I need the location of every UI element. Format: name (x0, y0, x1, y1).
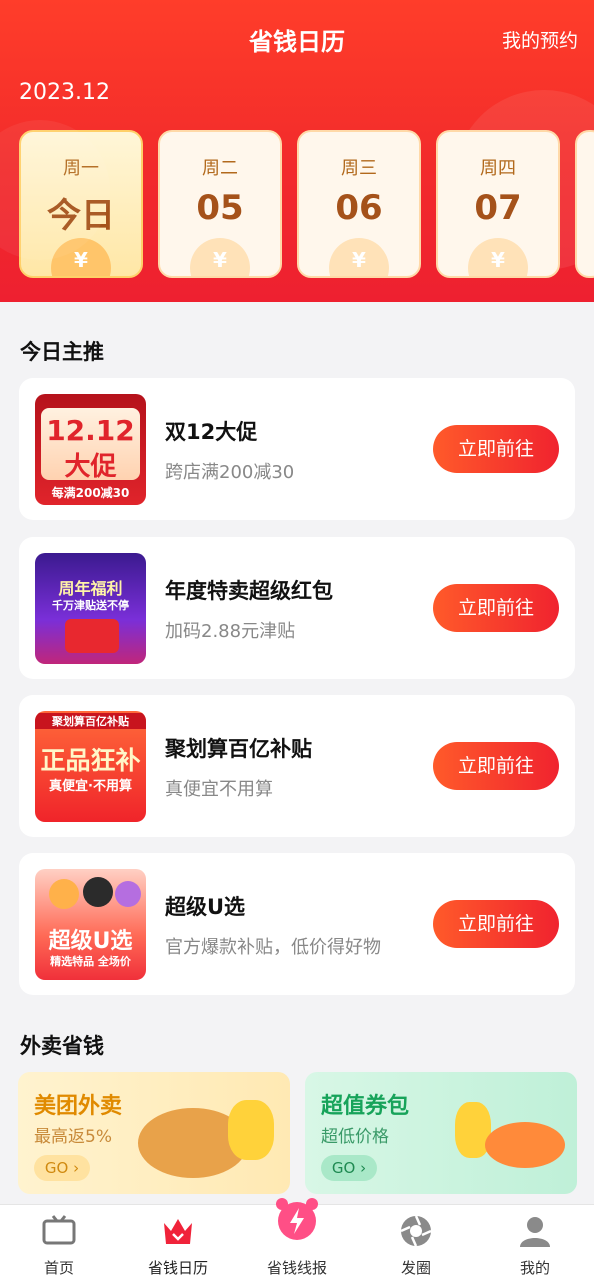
calendar-header: 省钱日历 我的预约 2023.12 周一 今日 ¥ 周二 05 ¥ 周三 06 … (0, 0, 594, 302)
promo-subtitle: 官方爆款补贴，低价得好物 (165, 937, 381, 958)
promo-title: 双12大促 (165, 420, 258, 444)
promo-thumbnail-uselect: 超级U选 精选特品 全场价 (35, 869, 146, 980)
day-weekday: 周一 (63, 158, 99, 179)
day-number: 07 (474, 188, 522, 228)
alarm-bolt-icon (276, 1198, 318, 1240)
section-title-takeaway: 外卖省钱 (20, 1034, 104, 1058)
thumb-foot-text: 聚划算百亿补贴 (35, 713, 146, 729)
thumb-sub-text: 大促 (64, 452, 117, 482)
day-card[interactable]: 周二 05 ¥ (158, 130, 282, 278)
meituan-card[interactable]: 美团外卖 最高返5% GO › (18, 1072, 290, 1194)
coin-icon: ¥ (329, 238, 389, 276)
mascot-icon (49, 879, 79, 909)
day-card-partial[interactable] (575, 130, 594, 278)
go-now-button[interactable]: 立即前往 (433, 900, 559, 948)
promo-card[interactable]: 超级U选 精选特品 全场价 超级U选 官方爆款补贴，低价得好物 立即前往 (19, 853, 575, 995)
promo-subtitle: 跨店满200减30 (165, 462, 295, 483)
tab-label: 省钱线报 (266, 1259, 327, 1277)
day-weekday: 周三 (341, 158, 377, 179)
thumb-foot-text: 每满200减30 (51, 486, 130, 500)
card-title: 超值券包 (321, 1094, 410, 1119)
card-subtitle: 最高返5% (34, 1127, 112, 1147)
mascot-icon (115, 881, 141, 907)
card-subtitle: 超低价格 (321, 1127, 389, 1147)
go-now-button[interactable]: 立即前往 (433, 584, 559, 632)
red-envelope-icon (65, 619, 119, 653)
day-weekday: 周二 (202, 158, 238, 179)
thumb-main-text: 12.12 (46, 414, 135, 447)
promo-subtitle: 真便宜不用算 (165, 779, 273, 800)
promo-card[interactable]: 周年福利 千万津贴送不停 年度特卖超级红包 加码2.88元津贴 立即前往 (19, 537, 575, 679)
tab-label: 我的 (519, 1259, 550, 1277)
promo-subtitle: 加码2.88元津贴 (165, 621, 296, 642)
day-number: 06 (335, 188, 383, 228)
kangaroo-mascot-icon (228, 1100, 274, 1160)
month-label: 2023.12 (19, 80, 110, 105)
promo-thumbnail-subsidy: 聚划算百亿补贴 正品狂补 真便宜·不用算 (35, 711, 146, 822)
thumb-sub-text: 真便宜·不用算 (49, 779, 132, 794)
tab-me[interactable]: 我的 (476, 1205, 594, 1280)
coin-icon: ¥ (468, 238, 528, 276)
promo-title: 超级U选 (165, 895, 246, 919)
cat-mascot-icon (83, 877, 113, 907)
go-now-button[interactable]: 立即前往 (433, 425, 559, 473)
card-title: 美团外卖 (34, 1094, 123, 1119)
promo-title: 年度特卖超级红包 (165, 579, 333, 603)
go-button[interactable]: GO › (321, 1155, 377, 1181)
user-icon (520, 1217, 550, 1247)
tab-label: 发圈 (400, 1259, 431, 1277)
day-number: 05 (196, 188, 244, 228)
coin-icon: ¥ (51, 238, 111, 276)
day-card-today[interactable]: 周一 今日 ¥ (19, 130, 143, 278)
go-now-button[interactable]: 立即前往 (433, 742, 559, 790)
tab-label: 省钱日历 (147, 1259, 208, 1277)
promo-thumbnail-1212: 12.12 大促 每满200减30 (35, 394, 146, 505)
promo-thumbnail-anniversary: 周年福利 千万津贴送不停 (35, 553, 146, 664)
coupon-pack-card[interactable]: 超值券包 超低价格 GO › (305, 1072, 577, 1194)
crown-icon (164, 1219, 192, 1244)
tv-icon (42, 1215, 76, 1245)
thumb-sub-text: 精选特品 全场价 (50, 955, 131, 968)
my-booking-link[interactable]: 我的预约 (502, 26, 578, 53)
day-weekday: 周四 (480, 158, 516, 179)
go-button[interactable]: GO › (34, 1155, 90, 1181)
promo-card[interactable]: 聚划算百亿补贴 正品狂补 真便宜·不用算 聚划算百亿补贴 真便宜不用算 立即前往 (19, 695, 575, 837)
tab-deals[interactable]: 省钱线报 (238, 1198, 356, 1280)
section-title-main: 今日主推 (20, 340, 104, 364)
bottom-tab-bar: 首页 省钱日历 省钱线报 发圈 我的 (0, 1198, 594, 1280)
day-card[interactable]: 周四 07 ¥ (436, 130, 560, 278)
thumb-main-text: 正品狂补 (40, 746, 141, 775)
coin-icon: ¥ (190, 238, 250, 276)
food-image (485, 1122, 565, 1168)
promo-title: 聚划算百亿补贴 (165, 737, 312, 761)
thumb-sub-text: 千万津贴送不停 (52, 599, 129, 612)
tab-home[interactable]: 首页 (0, 1205, 118, 1280)
promo-card[interactable]: 12.12 大促 每满200减30 双12大促 跨店满200减30 立即前往 (19, 378, 575, 520)
day-number: 今日 (47, 196, 115, 236)
thumb-main-text: 超级U选 (48, 929, 133, 954)
aperture-icon (400, 1215, 432, 1247)
tab-share[interactable]: 发圈 (357, 1205, 475, 1280)
thumb-main-text: 周年福利 (58, 579, 123, 598)
day-card[interactable]: 周三 06 ¥ (297, 130, 421, 278)
tab-label: 首页 (43, 1259, 74, 1277)
tab-calendar[interactable]: 省钱日历 (119, 1205, 237, 1280)
